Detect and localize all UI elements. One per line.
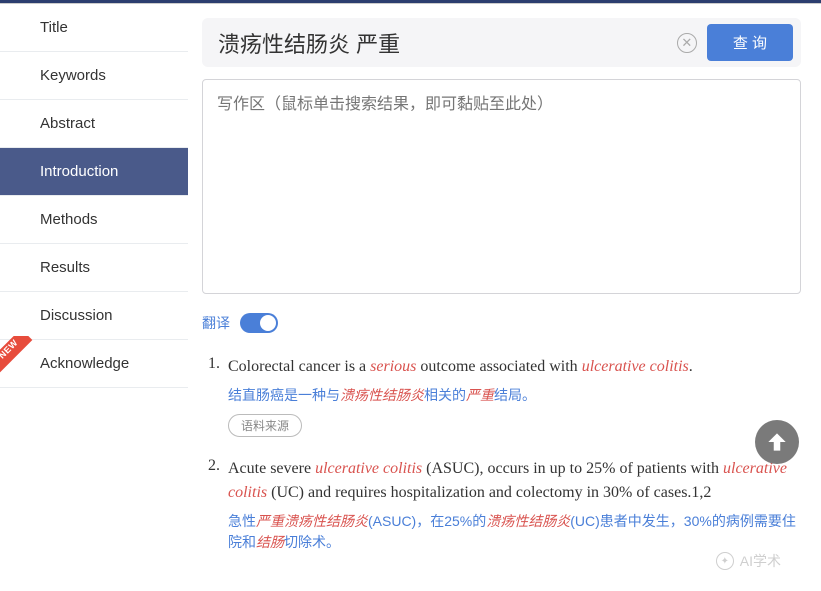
- query-button[interactable]: 查 询: [707, 24, 793, 61]
- sidebar-item-introduction[interactable]: Introduction: [0, 148, 188, 196]
- translate-row: 翻译: [202, 313, 801, 333]
- result-zh-text: 结直肠癌是一种与溃疡性结肠炎相关的严重结局。: [228, 385, 801, 406]
- source-button[interactable]: 语料来源: [228, 414, 302, 437]
- writing-area[interactable]: [202, 79, 801, 294]
- search-input[interactable]: [210, 26, 667, 60]
- sidebar-item-keywords[interactable]: Keywords: [0, 52, 188, 100]
- watermark-text: AI学术: [740, 551, 781, 571]
- sidebar-item-results[interactable]: Results: [0, 244, 188, 292]
- main-content: ✕ 查 询 翻译 1.Colorectal cancer is a seriou…: [188, 4, 821, 591]
- sidebar-item-methods[interactable]: Methods: [0, 196, 188, 244]
- sidebar-item-discussion[interactable]: Discussion: [0, 292, 188, 340]
- result-body: Acute severe ulcerative colitis (ASUC), …: [228, 457, 801, 553]
- translate-toggle[interactable]: [240, 313, 278, 333]
- scroll-top-button[interactable]: [755, 420, 799, 464]
- result-number: 1.: [202, 355, 228, 437]
- clear-icon[interactable]: ✕: [677, 33, 697, 53]
- result-body: Colorectal cancer is a serious outcome a…: [228, 355, 801, 437]
- search-row: ✕ 查 询: [202, 18, 801, 67]
- sidebar-item-abstract[interactable]: Abstract: [0, 100, 188, 148]
- results-list: 1.Colorectal cancer is a serious outcome…: [202, 355, 801, 553]
- result-zh-text: 急性严重溃疡性结肠炎(ASUC)，在25%的溃疡性结肠炎(UC)患者中发生，30…: [228, 511, 801, 553]
- result-en-text: Colorectal cancer is a serious outcome a…: [228, 355, 801, 379]
- sidebar: TitleKeywordsAbstractIntroductionMethods…: [0, 4, 188, 591]
- result-number: 2.: [202, 457, 228, 553]
- sidebar-item-title[interactable]: Title: [0, 4, 188, 52]
- watermark: ✦ AI学术: [716, 551, 781, 571]
- wechat-icon: ✦: [716, 552, 734, 570]
- result-en-text: Acute severe ulcerative colitis (ASUC), …: [228, 457, 801, 505]
- result-item[interactable]: 2.Acute severe ulcerative colitis (ASUC)…: [202, 457, 801, 553]
- new-badge: NEW: [0, 336, 34, 374]
- container: TitleKeywordsAbstractIntroductionMethods…: [0, 4, 821, 591]
- sidebar-item-acknowledge[interactable]: AcknowledgeNEW: [0, 340, 188, 388]
- translate-label: 翻译: [202, 313, 230, 333]
- result-item[interactable]: 1.Colorectal cancer is a serious outcome…: [202, 355, 801, 437]
- arrow-up-icon: [764, 429, 790, 455]
